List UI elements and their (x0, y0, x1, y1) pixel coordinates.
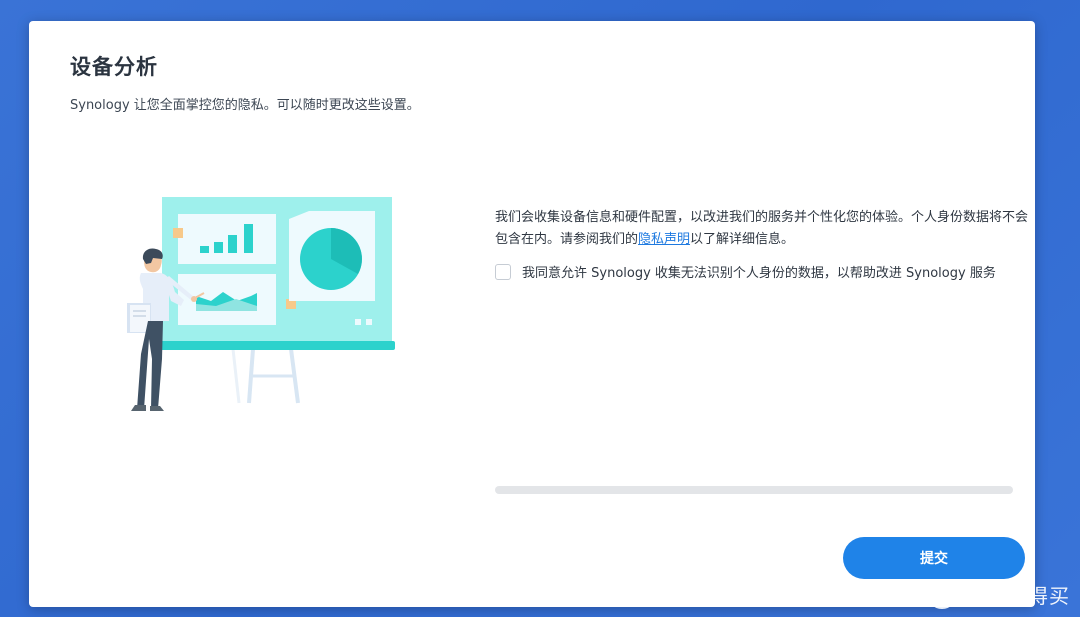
consent-label: 我同意允许 Synology 收集无法识别个人身份的数据，以帮助改进 Synol… (522, 266, 996, 281)
dialog-subtitle: Synology 让您全面掌控您的隐私。可以随时更改这些设置。 (70, 98, 420, 113)
submit-button[interactable]: 提交 (843, 537, 1025, 579)
description-text-tail: 以了解详细信息。 (690, 232, 795, 247)
consent-row[interactable]: 我同意允许 Synology 收集无法识别个人身份的数据，以帮助改进 Synol… (495, 262, 996, 281)
privacy-statement-link[interactable]: 隐私声明 (638, 232, 690, 247)
watermark-logo-icon: 值 (927, 579, 957, 609)
description-text: 我们会收集设备信息和硬件配置，以改进我们的服务并个性化您的体验。个人身份数据将不… (495, 207, 1030, 251)
device-analytics-dialog: 设备分析 Synology 让您全面掌控您的隐私。可以随时更改这些设置。 我们会… (29, 21, 1035, 607)
dialog-title: 设备分析 (70, 55, 158, 79)
watermark-text: 什么值得买 (965, 583, 1070, 608)
watermark: 值 什么值得买 (927, 579, 1070, 609)
presentation-board-illustration (127, 197, 395, 411)
consent-checkbox[interactable] (495, 263, 511, 280)
progress-bar (495, 486, 1013, 494)
